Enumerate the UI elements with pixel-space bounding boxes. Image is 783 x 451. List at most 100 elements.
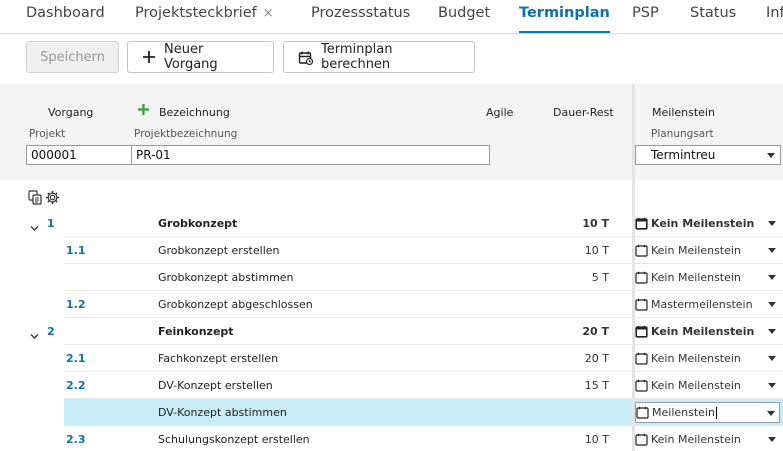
tab-info[interactable]: Inf [766,5,783,33]
calendar-icon [635,433,648,446]
calculate-schedule-button[interactable]: Terminplan berechnen [283,41,475,73]
task-name[interactable]: Grobkonzept abgeschlossen [158,298,313,311]
table-row[interactable]: 2.1 Fachkonzept erstellen 20 T Kein Meilens… [0,345,783,372]
milestone-value: Mastermeilenstein [651,298,753,311]
task-name[interactable]: Grobkonzept abstimmen [158,271,294,284]
chevron-down-icon [767,153,775,158]
calendar-icon [635,271,648,284]
table-row[interactable]: 1.1 Grobkonzept erstellen 10 T Kein Meilens… [0,237,783,264]
tab-label: Prozessstatus [311,5,411,21]
tab-dashboard[interactable]: Dashboard [26,5,105,33]
calendar-icon [635,352,648,365]
tab-psp[interactable]: PSP [632,5,659,33]
milestone-select[interactable]: Kein Meilenstein [635,267,780,288]
calendar-icon [636,406,649,419]
calendar-icon [298,50,313,65]
table-row[interactable]: Grobkonzept abstimmen 5 T Kein Meilenstein [0,264,783,291]
tab-close-icon[interactable]: × [263,6,274,21]
task-duration: 15 T [584,379,609,392]
tab-label: Inf [766,5,783,21]
milestone-value: Kein Meilenstein [651,217,755,230]
chevron-down-icon[interactable] [30,326,39,345]
milestone-select[interactable]: Kein Meilenstein [635,213,780,234]
chevron-down-icon[interactable] [768,329,776,334]
task-duration: 10 T [584,244,609,257]
task-duration: 10 T [584,433,609,446]
projektbezeichnung-field[interactable]: PR-01 [131,145,490,165]
tab-label: Budget [438,5,491,21]
task-name[interactable]: DV-Konzept erstellen [158,379,273,392]
grid-tools [28,190,60,209]
tab-label: Status [690,5,737,21]
chevron-down-icon[interactable] [30,218,39,237]
tab-status[interactable]: Status [690,5,737,33]
milestone-select[interactable]: Mastermeilenstein [635,294,780,315]
chevron-down-icon[interactable] [767,411,775,416]
task-name[interactable]: Fachkonzept erstellen [158,352,278,365]
task-number: 2.2 [66,379,86,392]
milestone-select[interactable]: Kein Meilenstein [635,348,780,369]
chevron-down-icon[interactable] [768,356,776,361]
task-number: 1.1 [66,244,86,257]
table-row[interactable]: 1.2 Grobkonzept abgeschlossen Mastermeilen… [0,291,783,318]
task-duration: 10 T [582,217,609,230]
table-row[interactable]: 2 Feinkonzept 20 T Kein Meilenstein [0,318,783,345]
add-row-plus-icon[interactable] [137,103,150,119]
calendar-icon [635,379,648,392]
milestone-select[interactable]: Kein Meilenstein [635,240,780,261]
task-duration: 20 T [582,325,609,338]
chevron-down-icon[interactable] [768,221,776,226]
task-number: 1.2 [66,298,86,311]
milestone-value: Kein Meilenstein [651,433,741,446]
milestone-value: Kein Meilenstein [651,325,755,338]
tab-prozessstatus[interactable]: Prozessstatus [311,5,411,33]
calculate-schedule-label: Terminplan berechnen [321,42,393,72]
save-button[interactable]: Speichern [26,41,119,73]
planungsart-select[interactable]: Termintreu [635,145,781,165]
task-duration: 5 T [591,271,609,284]
column-header-meilenstein[interactable]: Meilenstein [652,106,715,119]
tab-terminplan[interactable]: Terminplan [519,5,610,33]
task-name[interactable]: Grobkonzept erstellen [158,244,279,257]
calendar-icon [635,244,648,257]
copy-icon[interactable] [28,190,42,209]
table-row[interactable]: 1 Grobkonzept 10 T Kein Meilenstein [0,210,783,237]
calendar-icon [635,325,648,338]
tab-budget[interactable]: Budget [438,5,491,33]
column-header-dauer-rest[interactable]: Dauer-Rest [553,106,614,119]
calendar-icon [635,217,648,230]
column-header-agile[interactable]: Agile [486,106,513,119]
projekt-label: Projekt [29,128,66,140]
save-button-label: Speichern [40,49,105,65]
schedule-grid: Vorgang Bezeichnung Agile Dauer-Rest Mei… [0,84,783,451]
milestone-value: Kein Meilenstein [651,271,741,284]
chevron-down-icon[interactable] [768,248,776,253]
tab-label: Projektsteckbrief [135,5,257,21]
task-number: 1 [47,217,55,230]
milestone-value: Kein Meilenstein [651,244,741,257]
milestone-select[interactable]: Meilenstein [635,402,780,423]
tab-projektsteckbrief[interactable]: Projektsteckbrief × [135,5,274,33]
plus-icon [142,50,156,64]
milestone-select[interactable]: Kein Meilenstein [635,321,780,342]
task-name[interactable]: DV-Konzept abstimmen [158,406,287,419]
chevron-down-icon[interactable] [768,302,776,307]
chevron-down-icon[interactable] [768,383,776,388]
projekt-field[interactable]: 000001 [26,145,132,165]
milestone-select[interactable]: Kein Meilenstein [635,375,780,396]
chevron-down-icon[interactable] [768,275,776,280]
task-name[interactable]: Schulungskonzept erstellen [158,433,310,446]
gear-icon[interactable] [45,190,60,209]
table-row[interactable]: 2.3 Schulungskonzept erstellen 10 T Kein Me… [0,426,783,451]
milestone-select[interactable]: Kein Meilenstein [635,429,780,450]
table-row[interactable]: DV-Konzept abstimmen Meilenstein [0,399,783,426]
column-header-vorgang[interactable]: Vorgang [48,106,93,119]
task-name[interactable]: Grobkonzept [158,217,237,230]
chevron-down-icon[interactable] [768,437,776,442]
table-row[interactable]: 2.2 DV-Konzept erstellen 15 T Kein Meilenst… [0,372,783,399]
task-name[interactable]: Feinkonzept [158,325,234,338]
column-header-bezeichnung[interactable]: Bezeichnung [159,106,230,119]
tab-bar: Dashboard Projektsteckbrief × Prozessstat… [0,0,783,34]
task-duration: 20 T [584,352,609,365]
new-task-button[interactable]: Neuer Vorgang [127,41,274,73]
